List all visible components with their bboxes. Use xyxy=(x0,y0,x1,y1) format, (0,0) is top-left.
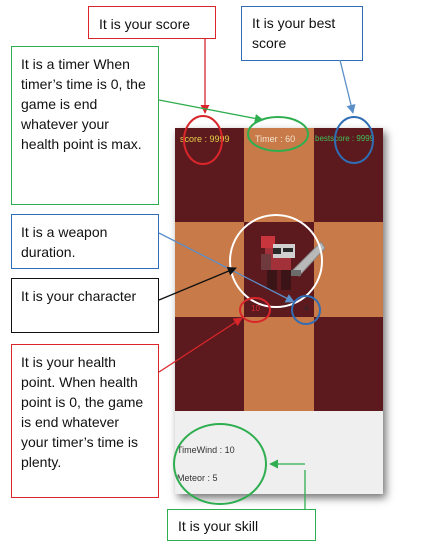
game-board: score : 9999 Timer : 60 bestscore : 9999… xyxy=(175,128,383,411)
skill-meteor[interactable]: Meteor : 5 xyxy=(177,473,218,483)
board-tile xyxy=(175,317,244,411)
character-callout: It is your character xyxy=(11,278,159,333)
health-callout: It is your health point. When health poi… xyxy=(11,344,159,498)
score-callout-text: It is your score xyxy=(99,16,191,32)
game-screen: score : 9999 Timer : 60 bestscore : 9999… xyxy=(175,128,383,494)
timer-arrow xyxy=(158,99,264,123)
board-tile xyxy=(175,222,244,317)
best-score-callout-text: It is your best score xyxy=(252,15,336,51)
weapon-callout-text: It is a weapon duration. xyxy=(21,224,108,260)
weapon-duration-display: 4 xyxy=(304,304,309,313)
board-tile xyxy=(314,317,383,411)
health-callout-text: It is your health point. When health poi… xyxy=(21,354,144,470)
skill-panel: TimeWind : 10 Meteor : 5 xyxy=(175,411,383,494)
skill-callout-text: It is your skill xyxy=(178,518,259,534)
best-score-display: bestscore : 9999 xyxy=(315,134,375,143)
skill-callout: It is your skill xyxy=(167,509,316,541)
timer-display: Timer : 60 xyxy=(255,134,296,144)
health-display: 10 xyxy=(251,304,260,313)
board-tile xyxy=(244,317,314,411)
best-score-callout: It is your best score xyxy=(241,6,363,61)
timer-callout-text: It is a timer When timer’s time is 0, th… xyxy=(21,56,146,152)
character-callout-text: It is your character xyxy=(21,288,137,304)
player-character xyxy=(261,236,325,290)
score-callout: It is your score xyxy=(88,6,216,39)
best-score-arrow xyxy=(339,59,356,114)
score-display: score : 9999 xyxy=(180,134,230,144)
weapon-callout: It is a weapon duration. xyxy=(11,214,159,269)
skill-time-wind[interactable]: TimeWind : 10 xyxy=(177,445,235,455)
timer-callout: It is a timer When timer’s time is 0, th… xyxy=(11,46,159,205)
